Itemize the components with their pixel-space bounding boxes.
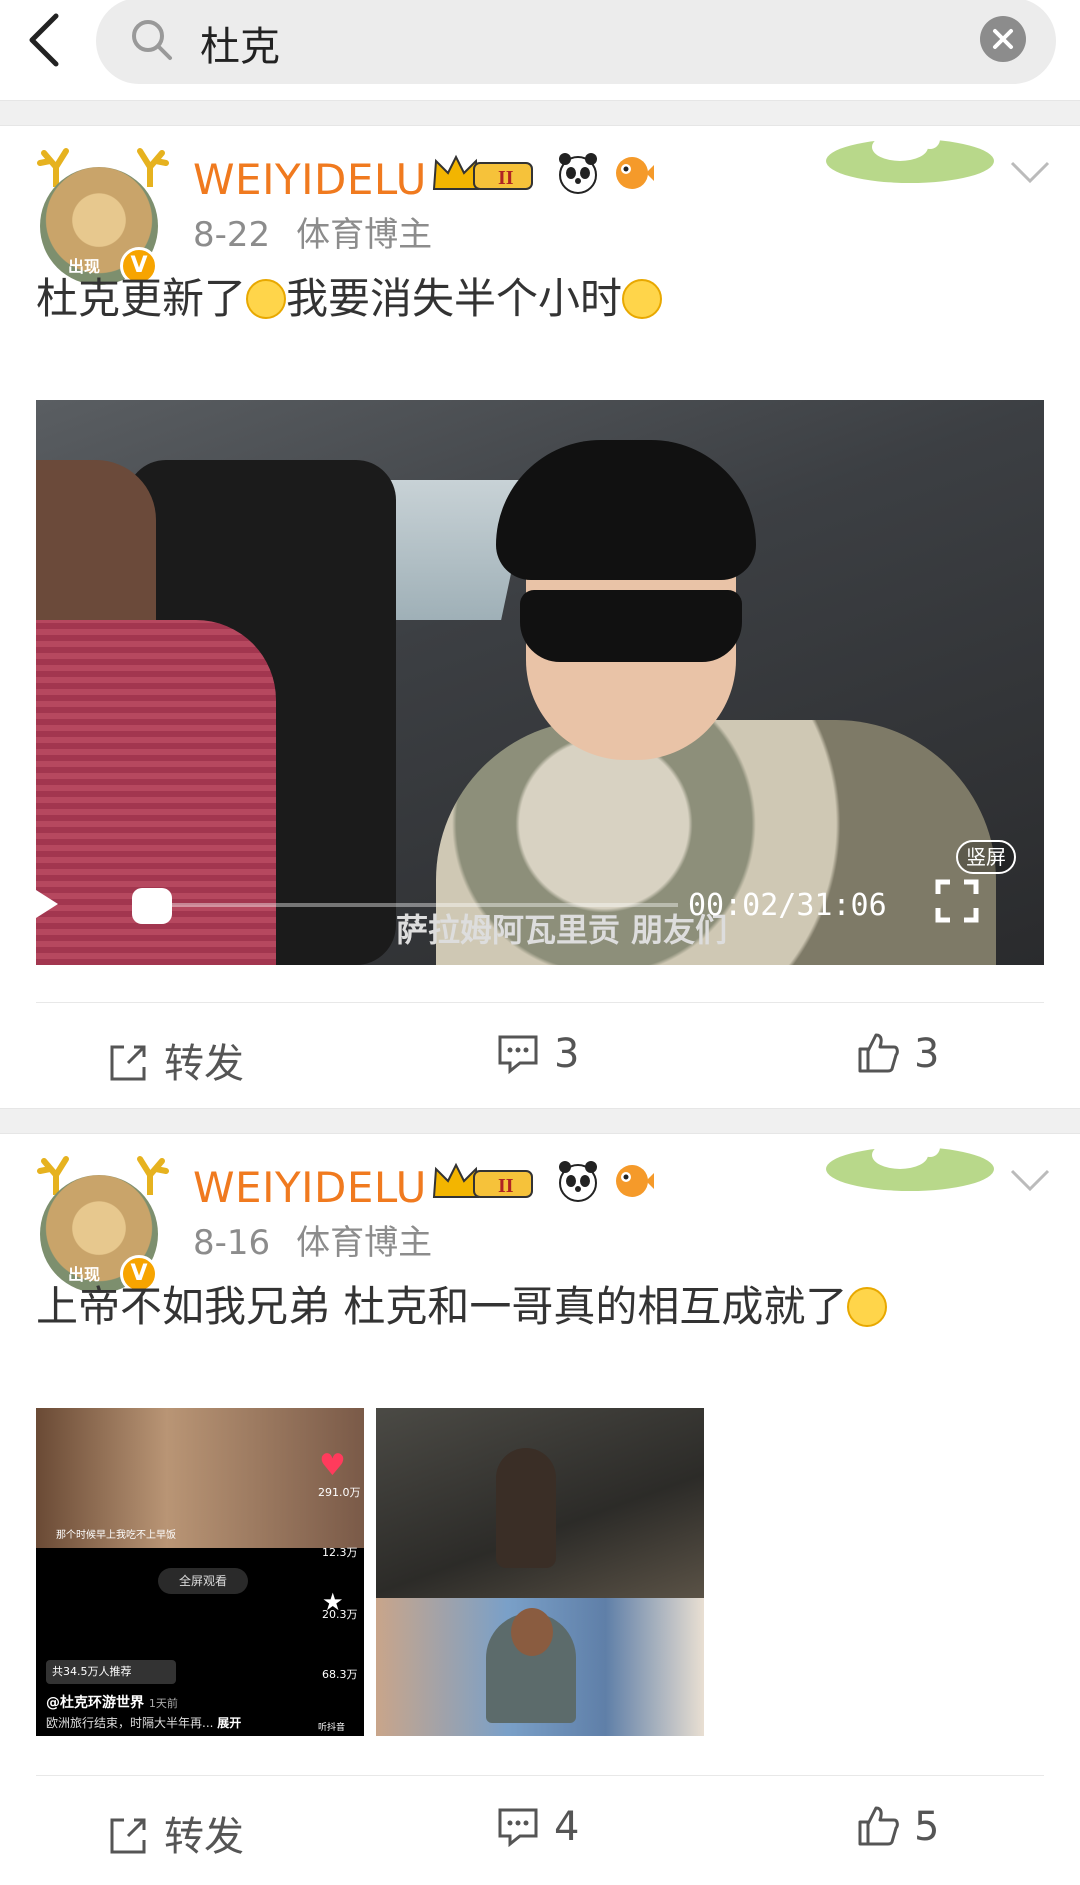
listen-label: 听抖音 [318, 1723, 346, 1733]
post-date: 8-22 [193, 215, 271, 255]
like-count: 5 [914, 1804, 940, 1850]
post-text: 上帝不如我兄弟 杜克和一哥真的相互成就了 [36, 1273, 888, 1334]
video-time: 00:02/31:06 [688, 888, 887, 923]
image-description: 欧洲旅行结束，时隔大半年再... 展开 [46, 1716, 242, 1730]
username[interactable]: WEIYIDELU [193, 1163, 427, 1212]
card-decoration [826, 129, 994, 183]
comment-icon [498, 1035, 538, 1075]
search-input[interactable]: 杜克 [96, 0, 1056, 84]
card-decoration [826, 1137, 994, 1191]
post-date: 8-16 [193, 1223, 271, 1263]
post-text-part1: 杜克更新了 [36, 274, 247, 323]
svg-text:II: II [498, 167, 514, 189]
pufferfish-icon [616, 157, 654, 189]
pufferfish-icon [616, 1165, 654, 1197]
search-icon [130, 18, 174, 66]
back-icon[interactable] [22, 10, 82, 70]
post-role: 体育博主 [296, 215, 433, 255]
repost-icon [110, 1045, 146, 1081]
image-person [496, 1448, 556, 1568]
post-text: 杜克更新了 我要消失半个小时 [36, 265, 663, 326]
sunglasses [520, 590, 742, 662]
top-bar: 杜克 [0, 0, 1080, 100]
post-text-part2: 我要消失半个小时 [286, 274, 623, 323]
crying-emoji-icon [847, 1287, 888, 1327]
post-image-2[interactable] [376, 1408, 704, 1736]
repost-label: 转发 [164, 1041, 244, 1087]
likes-count: 291.0万 [318, 1486, 361, 1499]
like-button[interactable]: 3 [856, 1031, 939, 1077]
shares-count: 68.3万 [322, 1668, 358, 1681]
vip-crown-icon: II [432, 1162, 533, 1198]
heart-icon: ♥ [319, 1448, 346, 1483]
fullscreen-watch-button: 全屏观看 [158, 1568, 248, 1594]
like-icon [858, 1033, 899, 1073]
favorites-count: 20.3万 [322, 1608, 358, 1621]
image-subtitle: 那个时候早上我吃不上早饭 [56, 1530, 176, 1541]
comment-icon [498, 1808, 538, 1848]
like-count: 3 [914, 1031, 940, 1077]
image-account: @杜克环游世界 1天前 [46, 1695, 178, 1711]
post-text-part1: 上帝不如我兄弟 杜克和一哥真的相互成就了 [36, 1282, 848, 1331]
vip-crown-icon: II [432, 154, 533, 190]
chevron-down-icon[interactable] [1008, 1165, 1052, 1195]
comment-count: 4 [554, 1804, 580, 1850]
svg-text:II: II [498, 1175, 514, 1197]
progress-knob[interactable] [132, 888, 172, 924]
username[interactable]: WEIYIDELU [193, 155, 427, 204]
recommend-badge: 共34.5万人推荐 [46, 1660, 176, 1684]
post-actions: 转发 4 5 [36, 1775, 1044, 1885]
image-grid: 那个时候早上我吃不上早饭 ♥ 291.0万 12.3万 ★ 20.3万 68.3… [0, 1408, 1080, 1736]
post-actions: 转发 3 3 [36, 1002, 1044, 1112]
repost-label: 转发 [164, 1814, 244, 1860]
chevron-down-icon[interactable] [1008, 157, 1052, 187]
post-image-1[interactable]: 那个时候早上我吃不上早饭 ♥ 291.0万 12.3万 ★ 20.3万 68.3… [36, 1408, 364, 1736]
post-meta: 8-22 体育博主 [193, 207, 458, 256]
comment-button[interactable]: 3 [496, 1031, 579, 1077]
post-role: 体育博主 [296, 1223, 433, 1263]
video-subtitle: 萨拉姆阿瓦里贡 朋友们 [396, 911, 728, 949]
crying-emoji-icon [246, 279, 287, 319]
comment-count: 3 [554, 1031, 580, 1077]
panda-icon [559, 1161, 597, 1202]
panda-icon [559, 153, 597, 194]
repost-icon [110, 1818, 146, 1854]
like-icon [858, 1806, 899, 1846]
clear-icon[interactable] [980, 16, 1026, 62]
search-query: 杜克 [200, 24, 280, 70]
repost-button[interactable]: 转发 [106, 1031, 244, 1089]
post-meta: 8-16 体育博主 [193, 1215, 458, 1264]
video-person [436, 440, 996, 965]
post-card: 出现 V WEIYIDELU II 8-22 体育博主 杜克更新了 我要消失半个小时 [0, 127, 1080, 1107]
repost-button[interactable]: 转发 [106, 1804, 244, 1862]
play-icon[interactable] [36, 890, 58, 918]
comment-button[interactable]: 4 [496, 1804, 579, 1850]
post-card: 出现 V WEIYIDELU II 8-16 体育博主 上帝不如我兄弟 杜克和一哥… [0, 1135, 1080, 1866]
vertical-screen-button[interactable]: 竖屏 [956, 840, 1016, 874]
fullscreen-icon[interactable] [934, 878, 980, 924]
like-button[interactable]: 5 [856, 1804, 939, 1850]
thinking-emoji-icon [622, 279, 663, 319]
comments-count: 12.3万 [322, 1546, 358, 1559]
video-player[interactable]: 萨拉姆阿瓦里贡 朋友们 00:02/31:06 竖屏 [36, 400, 1044, 965]
